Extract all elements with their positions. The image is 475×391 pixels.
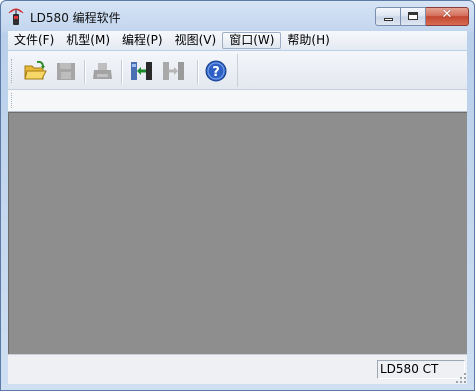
minimize-button[interactable] [375,7,401,26]
app-window: LD580 编程软件 ✕ 文件(F) 机型(M) 编程(P) 视图(V) 窗口(… [0,0,475,391]
download-icon [131,62,152,80]
menu-view[interactable]: 视图(V) [169,32,223,49]
status-bar: LD580 CT [8,354,467,384]
svg-text:?: ? [212,65,220,80]
menu-bar: 文件(F) 机型(M) 编程(P) 视图(V) 窗口(W) 帮助(H) [8,31,467,50]
toolbar-grip[interactable] [11,59,14,83]
close-button[interactable]: ✕ [426,7,469,26]
open-folder-icon [24,60,47,80]
maximize-button[interactable] [401,7,426,26]
close-icon: ✕ [441,7,453,22]
toolbar-band: ? [8,54,238,87]
help-icon: ? [205,60,227,82]
status-model: LD580 CT [377,360,465,379]
app-icon [8,8,24,26]
save-icon [57,63,75,80]
toolbar-separator [197,60,199,84]
secondary-toolbar [8,90,467,112]
upload-icon [163,62,184,80]
caption-buttons: ✕ [375,7,469,27]
download-button[interactable] [128,59,154,83]
mdi-client-area[interactable] [8,112,467,354]
help-button[interactable]: ? [203,59,229,83]
menu-model[interactable]: 机型(M) [60,32,116,49]
toolbar-separator [121,60,123,84]
resize-grip-icon[interactable] [455,372,467,384]
open-button[interactable] [22,59,48,83]
window-title: LD580 编程软件 [30,11,121,25]
menu-help[interactable]: 帮助(H) [281,32,335,49]
menu-window[interactable]: 窗口(W) [222,32,282,49]
print-button[interactable] [90,59,116,83]
menu-program[interactable]: 编程(P) [116,32,169,49]
toolbar-grip[interactable] [11,93,14,108]
title-bar[interactable]: LD580 编程软件 ✕ [1,1,474,31]
upload-button[interactable] [160,59,186,83]
maximize-icon [408,12,418,20]
minimize-icon [384,18,393,21]
menu-file[interactable]: 文件(F) [8,32,60,49]
toolbar-separator [84,60,86,84]
print-icon [93,63,112,79]
save-button[interactable] [53,59,79,83]
toolbar: ? [8,51,467,90]
